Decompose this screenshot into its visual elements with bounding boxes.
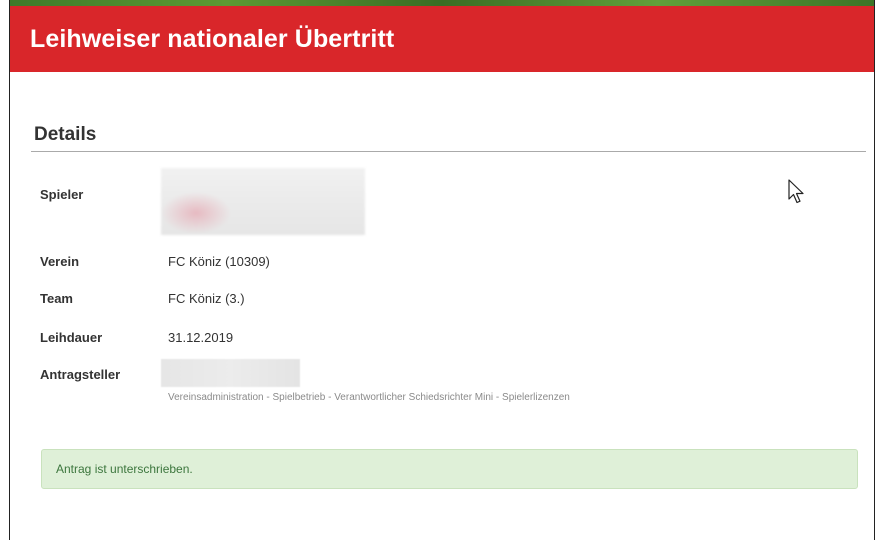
- mouse-pointer-icon: [788, 179, 804, 204]
- team-value: FC Köniz (3.): [168, 291, 245, 306]
- section-divider: [31, 151, 866, 152]
- applicant-label: Antragsteller: [40, 367, 121, 382]
- player-label: Spieler: [40, 187, 84, 202]
- applicant-roles: Vereinsadministration - Spielbetrieb - V…: [168, 392, 570, 403]
- page-title: Leihweiser nationaler Übertritt: [30, 24, 395, 53]
- club-label: Verein: [40, 254, 80, 269]
- window-frame: Leihweiser nationaler Übertritt Details …: [9, 0, 875, 540]
- status-alert: Antrag ist unterschrieben.: [41, 449, 858, 489]
- player-value-redacted: [161, 168, 365, 235]
- applicant-value-redacted: [161, 359, 300, 387]
- team-label: Team: [40, 291, 73, 306]
- page-header: Leihweiser nationaler Übertritt: [10, 6, 874, 72]
- loan-duration-value: 31.12.2019: [168, 330, 234, 345]
- club-value: FC Köniz (10309): [168, 254, 270, 269]
- status-message: Antrag ist unterschrieben.: [56, 462, 193, 476]
- details-section-title: Details: [34, 124, 97, 145]
- loan-duration-label: Leihdauer: [40, 330, 103, 345]
